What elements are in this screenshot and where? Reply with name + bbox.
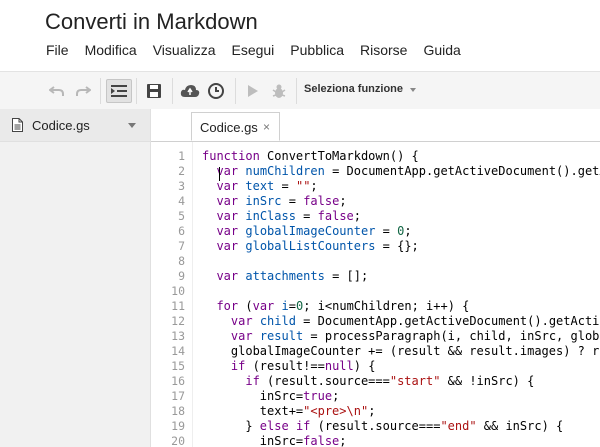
document-title[interactable]: Converti in Markdown bbox=[45, 9, 258, 35]
code-line[interactable]: 10 bbox=[151, 284, 600, 299]
code-line[interactable]: 5 var inClass = false; bbox=[151, 209, 600, 224]
document-icon bbox=[12, 118, 23, 137]
code-line[interactable]: 16 if (result.source==="start" && !inSrc… bbox=[151, 374, 600, 389]
code-line[interactable]: 12 var child = DocumentApp.getActiveDocu… bbox=[151, 314, 600, 329]
menu-pubblica[interactable]: Pubblica bbox=[282, 42, 352, 60]
run-play-icon[interactable] bbox=[240, 79, 266, 103]
code-line[interactable]: 9 var attachments = []; bbox=[151, 269, 600, 284]
code-text[interactable]: } else if (result.source==="end" && inSr… bbox=[202, 419, 563, 434]
code-line[interactable]: 19 } else if (result.source==="end" && i… bbox=[151, 419, 600, 434]
code-line[interactable]: 1 function ConvertToMarkdown() { bbox=[151, 149, 600, 164]
menu-visualizza[interactable]: Visualizza bbox=[145, 42, 224, 60]
line-number: 10 bbox=[171, 284, 185, 298]
code-line[interactable]: 7 var globalListCounters = {}; bbox=[151, 239, 600, 254]
function-select[interactable]: Seleziona funzione bbox=[304, 83, 403, 95]
line-number: 7 bbox=[178, 239, 185, 253]
debug-bug-icon[interactable] bbox=[266, 79, 292, 103]
indent-icon[interactable] bbox=[106, 79, 132, 103]
code-line[interactable]: 15 if (result!==null) { bbox=[151, 359, 600, 374]
menu-esegui[interactable]: Esegui bbox=[223, 42, 282, 60]
line-number: 4 bbox=[178, 194, 185, 208]
code-line[interactable]: 6 var globalImageCounter = 0; bbox=[151, 224, 600, 239]
code-text[interactable]: inSrc=true; bbox=[202, 389, 340, 404]
tab-codice-gs[interactable]: Codice.gs × bbox=[191, 112, 280, 141]
code-editor[interactable]: 1 function ConvertToMarkdown() { 2 var num… bbox=[151, 142, 600, 447]
triggers-clock-icon[interactable] bbox=[203, 79, 229, 103]
code-text[interactable]: if (result!==null) { bbox=[202, 359, 376, 374]
menu-risorse[interactable]: Risorse bbox=[352, 42, 415, 60]
line-number: 16 bbox=[171, 374, 185, 388]
code-text[interactable]: var inClass = false; bbox=[202, 209, 361, 224]
code-line[interactable]: 17 inSrc=true; bbox=[151, 389, 600, 404]
code-text[interactable]: var attachments = []; bbox=[202, 269, 368, 284]
sidebar-file-label: Codice.gs bbox=[32, 118, 90, 133]
toolbar: Seleziona funzione bbox=[0, 71, 600, 110]
sidebar-file-item[interactable]: Codice.gs bbox=[0, 109, 150, 142]
line-number: 6 bbox=[178, 224, 185, 238]
line-number: 2 bbox=[178, 164, 185, 178]
chevron-down-icon[interactable] bbox=[128, 123, 136, 128]
code-text[interactable]: var numChildren = DocumentApp.getActiveD… bbox=[202, 164, 600, 179]
line-number: 11 bbox=[171, 299, 185, 313]
code-line[interactable]: 14 globalImageCounter += (result && resu… bbox=[151, 344, 600, 359]
line-number: 18 bbox=[171, 404, 185, 418]
redo-icon[interactable] bbox=[70, 79, 96, 103]
line-number: 20 bbox=[171, 434, 185, 447]
code-text[interactable]: var inSrc = false; bbox=[202, 194, 346, 209]
code-text[interactable]: inSrc=false; bbox=[202, 434, 347, 447]
code-line[interactable]: 18 text+="<pre>\n"; bbox=[151, 404, 600, 419]
line-number: 5 bbox=[178, 209, 185, 223]
code-line[interactable]: 8 bbox=[151, 254, 600, 269]
editor-tab-strip: Codice.gs × bbox=[151, 109, 600, 142]
line-number: 1 bbox=[178, 149, 185, 163]
menu-bar: File Modifica Visualizza Esegui Pubblica… bbox=[38, 42, 469, 60]
code-text[interactable]: function ConvertToMarkdown() { bbox=[202, 149, 419, 164]
code-text[interactable]: var text = ""; bbox=[202, 179, 317, 194]
code-line[interactable]: 4 var inSrc = false; bbox=[151, 194, 600, 209]
line-number: 12 bbox=[171, 314, 185, 328]
code-text[interactable]: globalImageCounter += (result && result.… bbox=[202, 344, 600, 359]
line-number: 13 bbox=[171, 329, 185, 343]
code-text[interactable]: var result = processParagraph(i, child, … bbox=[202, 329, 600, 344]
code-text[interactable]: text+="<pre>\n"; bbox=[202, 404, 376, 419]
code-line[interactable]: 13 var result = processParagraph(i, chil… bbox=[151, 329, 600, 344]
line-number: 14 bbox=[171, 344, 185, 358]
function-select-caret-icon[interactable] bbox=[410, 88, 416, 92]
code-text[interactable]: if (result.source==="start" && !inSrc) { bbox=[202, 374, 534, 389]
undo-icon[interactable] bbox=[44, 79, 70, 103]
line-number: 8 bbox=[178, 254, 185, 268]
line-number: 17 bbox=[171, 389, 185, 403]
line-number: 9 bbox=[178, 269, 185, 283]
menu-file[interactable]: File bbox=[38, 42, 77, 60]
code-text[interactable]: for (var i=0; i<numChildren; i++) { bbox=[202, 299, 469, 314]
menu-guida[interactable]: Guida bbox=[415, 42, 468, 60]
close-icon[interactable]: × bbox=[263, 120, 270, 134]
menu-modifica[interactable]: Modifica bbox=[77, 42, 145, 60]
line-number: 3 bbox=[178, 179, 185, 193]
line-number: 15 bbox=[171, 359, 185, 373]
tab-label: Codice.gs bbox=[200, 120, 258, 135]
text-cursor bbox=[219, 167, 220, 181]
deploy-cloud-icon[interactable] bbox=[177, 79, 203, 103]
save-icon[interactable] bbox=[141, 79, 167, 103]
file-sidebar: Codice.gs bbox=[0, 109, 150, 447]
line-number: 19 bbox=[171, 419, 185, 433]
code-text[interactable]: var globalListCounters = {}; bbox=[202, 239, 418, 254]
code-text[interactable]: var globalImageCounter = 0; bbox=[202, 224, 411, 239]
code-line[interactable]: 3 var text = ""; bbox=[151, 179, 600, 194]
code-line[interactable]: 20 inSrc=false; bbox=[151, 434, 600, 447]
code-line[interactable]: 11 for (var i=0; i<numChildren; i++) { bbox=[151, 299, 600, 314]
code-text[interactable]: var child = DocumentApp.getActiveDocumen… bbox=[202, 314, 600, 329]
